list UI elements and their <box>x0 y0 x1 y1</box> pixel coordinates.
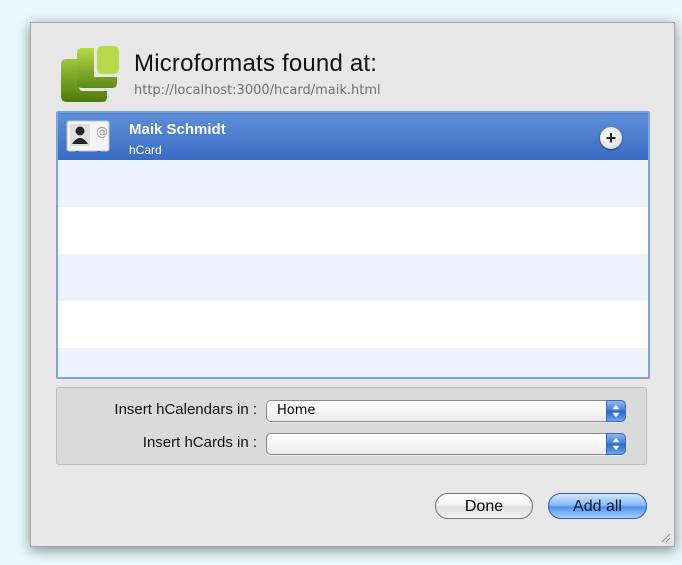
item-type: hCard <box>129 143 162 157</box>
select-arrows-icon <box>606 433 626 455</box>
item-name: Maik Schmidt <box>129 121 226 138</box>
done-button[interactable]: Done <box>435 493 533 519</box>
empty-row <box>58 254 648 301</box>
empty-row <box>58 348 648 377</box>
list-item[interactable]: @ Maik Schmidt hCard + <box>58 113 648 160</box>
insert-settings-panel: Insert hCalendars in : Home Insert hCard… <box>56 387 647 465</box>
microformats-list[interactable]: @ Maik Schmidt hCard + <box>56 111 650 379</box>
plus-icon: + <box>605 128 617 148</box>
hcards-label: Insert hCards in : <box>142 434 257 451</box>
hcards-select[interactable] <box>266 433 626 455</box>
hcalendars-select[interactable]: Home <box>266 400 626 422</box>
empty-row <box>58 207 648 254</box>
resize-grip-icon[interactable] <box>659 531 671 543</box>
hcalendars-select-value: Home <box>277 403 316 418</box>
svg-text:@: @ <box>96 125 108 139</box>
dialog-title: Microformats found at: <box>134 50 378 77</box>
select-arrows-icon <box>606 400 626 422</box>
hcalendars-label: Insert hCalendars in : <box>114 401 257 418</box>
add-item-button[interactable]: + <box>600 127 622 149</box>
add-all-button[interactable]: Add all <box>548 493 647 519</box>
empty-row <box>58 160 648 207</box>
source-url: http://localhost:3000/hcard/maik.html <box>134 83 381 98</box>
microformats-dialog: Microformats found at: http://localhost:… <box>30 22 675 547</box>
contact-card-icon: @ <box>66 120 110 155</box>
empty-row <box>58 301 648 348</box>
microformats-logo-icon <box>61 46 119 102</box>
